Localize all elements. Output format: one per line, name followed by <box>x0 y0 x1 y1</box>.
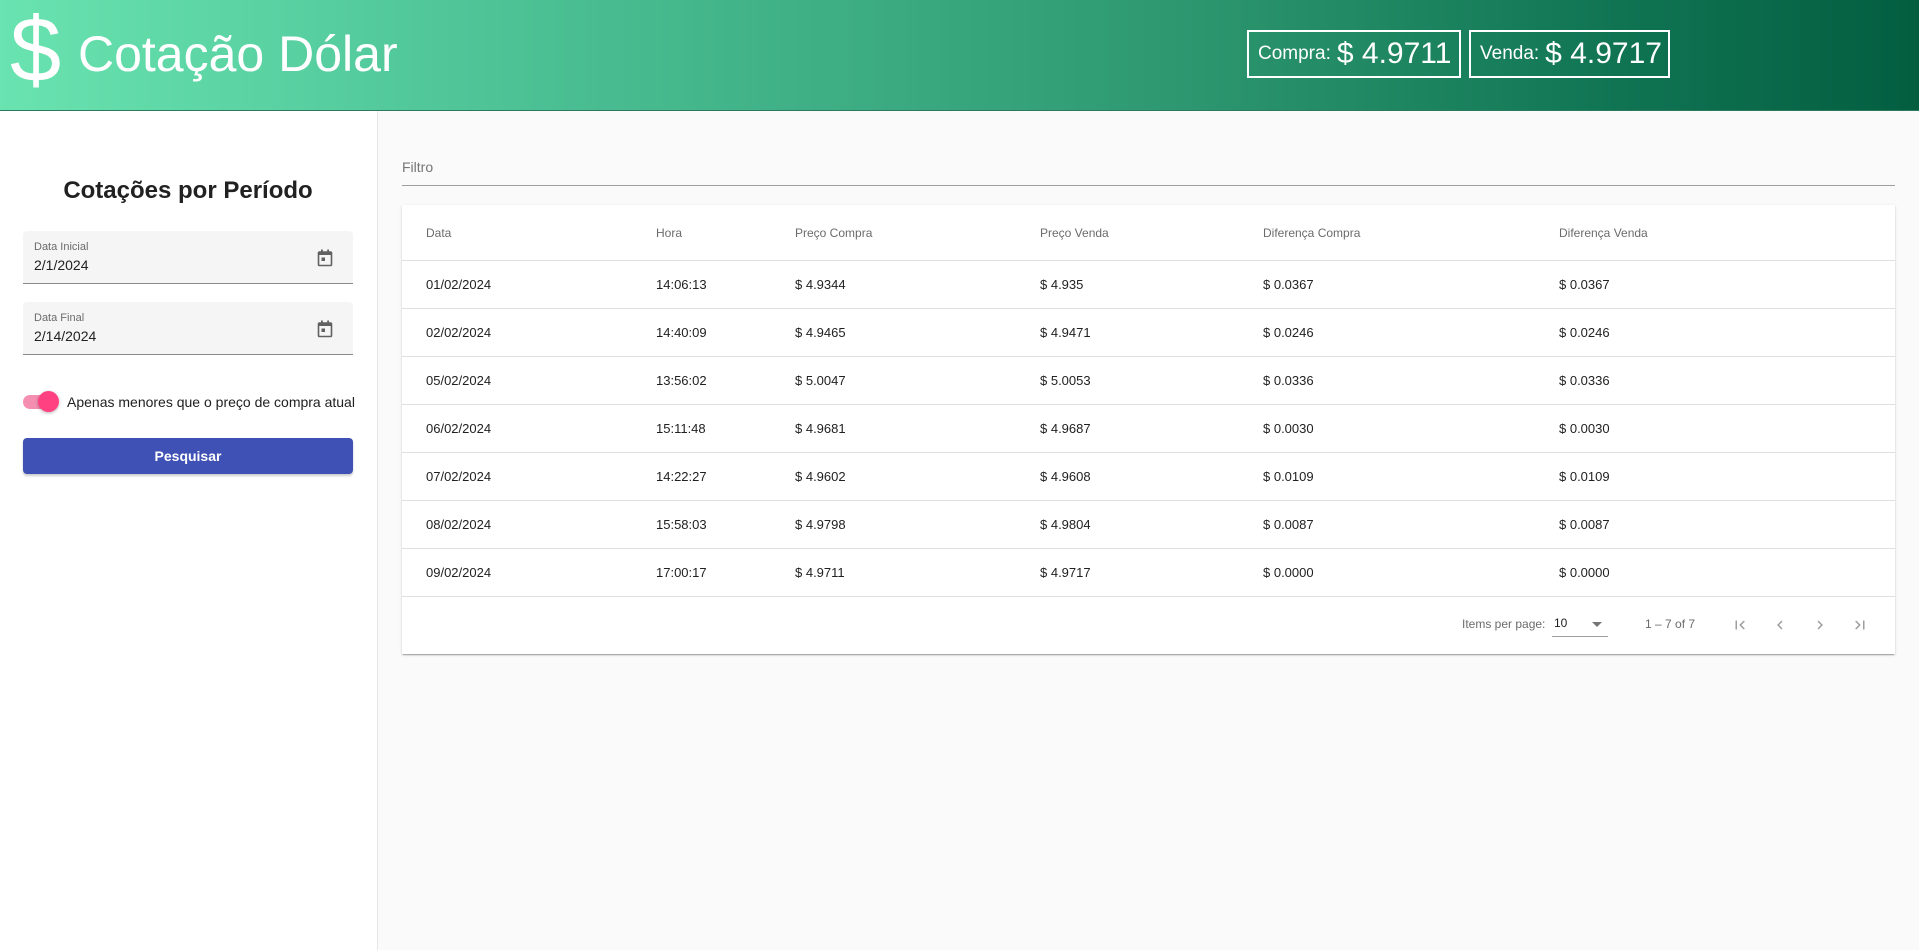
column-header-date: Data <box>426 225 452 240</box>
start-date-field[interactable]: Data Inicial 2/1/2024 <box>23 231 353 284</box>
column-header-time: Hora <box>656 225 683 240</box>
cell-buy-difference: $ 0.0367 <box>1263 277 1314 292</box>
cell-buy-price: $ 4.9602 <box>795 469 846 484</box>
cell-date: 07/02/2024 <box>426 469 492 484</box>
filter-input[interactable] <box>402 159 1895 175</box>
end-date-label: Data Final <box>34 312 85 324</box>
table-row: 06/02/2024 15:11:48 $ 4.9681 $ 4.9687 $ … <box>402 405 1895 453</box>
page-size-value[interactable]: 10 <box>1554 616 1567 630</box>
cell-buy-price: $ 4.9798 <box>795 517 846 532</box>
cell-time: 13:56:02 <box>656 373 707 388</box>
dropdown-arrow-icon[interactable] <box>1592 622 1602 627</box>
sell-quote-value: $ 4.9717 <box>1545 37 1662 70</box>
table-row: 07/02/2024 14:22:27 $ 4.9602 $ 4.9608 $ … <box>402 453 1895 501</box>
cell-time: 15:11:48 <box>656 421 706 436</box>
cell-sell-difference: $ 0.0246 <box>1559 325 1610 340</box>
cell-date: 05/02/2024 <box>426 373 492 388</box>
page-range-label: 1 – 7 of 7 <box>1645 617 1696 631</box>
first-page-icon[interactable] <box>1731 616 1749 634</box>
cell-time: 14:40:09 <box>656 325 707 340</box>
cell-date: 06/02/2024 <box>426 421 492 436</box>
next-page-icon[interactable] <box>1811 616 1829 634</box>
cell-sell-price: $ 4.935 <box>1040 277 1084 292</box>
sell-quote-label: Venda: <box>1480 43 1540 64</box>
buy-quote-value: $ 4.9711 <box>1336 37 1452 70</box>
previous-page-icon[interactable] <box>1771 616 1789 634</box>
app-header: $ Cotação Dólar Compra: $ 4.9711 Venda: … <box>0 0 1919 111</box>
cell-date: 02/02/2024 <box>426 325 492 340</box>
paginator: Items per page: 10 1 – 7 of 7 <box>402 597 1895 653</box>
period-quotes-title: Cotações por Período <box>63 177 313 204</box>
cell-buy-price: $ 4.9465 <box>795 325 846 340</box>
below-buy-price-toggle-row[interactable]: Apenas menores que o preço de compra atu… <box>23 390 355 414</box>
cell-buy-difference: $ 0.0109 <box>1263 469 1314 484</box>
table-row: 01/02/2024 14:06:13 $ 4.9344 $ 4.935 $ 0… <box>402 261 1895 309</box>
cell-sell-price: $ 4.9717 <box>1040 565 1091 580</box>
previous-page-button[interactable] <box>1764 609 1796 641</box>
sidebar: Cotações por Período Data Inicial 2/1/20… <box>0 111 378 950</box>
app-title: Cotação Dólar <box>78 26 398 82</box>
items-per-page-label: Items per page: <box>1462 617 1546 631</box>
calendar-icon[interactable] <box>317 320 333 338</box>
cell-buy-price: $ 4.9344 <box>795 277 846 292</box>
table-row: 09/02/2024 17:00:17 $ 4.9711 $ 4.9717 $ … <box>402 549 1895 597</box>
cell-sell-difference: $ 0.0336 <box>1559 373 1610 388</box>
sell-quote-box: Venda: $ 4.9717 <box>1469 30 1670 78</box>
buy-quote-box: Compra: $ 4.9711 <box>1247 30 1461 78</box>
column-header-sell-price: Preço Venda <box>1040 225 1109 240</box>
first-page-button[interactable] <box>1724 609 1756 641</box>
end-date-field[interactable]: Data Final 2/14/2024 <box>23 302 353 355</box>
cell-sell-price: $ 5.0053 <box>1040 373 1091 388</box>
cell-buy-price: $ 5.0047 <box>795 373 846 388</box>
cell-date: 09/02/2024 <box>426 565 492 580</box>
column-header-buy-difference: Diferença Compra <box>1263 225 1361 240</box>
cell-buy-difference: $ 0.0246 <box>1263 325 1314 340</box>
page-size-select[interactable]: 10 <box>1552 611 1608 637</box>
cell-sell-price: $ 4.9804 <box>1040 517 1091 532</box>
cell-time: 14:22:27 <box>656 469 707 484</box>
cell-date: 01/02/2024 <box>426 277 492 292</box>
cell-sell-difference: $ 0.0367 <box>1559 277 1610 292</box>
last-page-icon[interactable] <box>1851 616 1869 634</box>
cell-time: 14:06:13 <box>656 277 707 292</box>
cell-buy-difference: $ 0.0030 <box>1263 421 1314 436</box>
cell-sell-difference: $ 0.0030 <box>1559 421 1610 436</box>
cell-buy-difference: $ 0.0087 <box>1263 517 1314 532</box>
cell-time: 17:00:17 <box>656 565 707 580</box>
column-header-sell-difference: Diferença Venda <box>1559 225 1648 240</box>
table-row: 02/02/2024 14:40:09 $ 4.9465 $ 4.9471 $ … <box>402 309 1895 357</box>
cell-buy-difference: $ 0.0336 <box>1263 373 1314 388</box>
table-row: 05/02/2024 13:56:02 $ 5.0047 $ 5.0053 $ … <box>402 357 1895 405</box>
cell-date: 08/02/2024 <box>426 517 492 532</box>
table-header-row: Data Hora Preço Compra Preço Venda Difer… <box>402 205 1895 261</box>
cell-buy-difference: $ 0.0000 <box>1263 565 1314 580</box>
filter-field[interactable] <box>402 152 1895 186</box>
last-page-button[interactable] <box>1844 609 1876 641</box>
calendar-icon[interactable] <box>317 249 333 267</box>
cell-sell-difference: $ 0.0087 <box>1559 517 1610 532</box>
cell-buy-price: $ 4.9681 <box>795 421 846 436</box>
cell-sell-difference: $ 0.0000 <box>1559 565 1610 580</box>
cell-sell-price: $ 4.9471 <box>1040 325 1091 340</box>
search-button[interactable]: Pesquisar <box>23 438 353 474</box>
quotes-table: Data Hora Preço Compra Preço Venda Difer… <box>402 205 1895 654</box>
start-date-value[interactable]: 2/1/2024 <box>34 257 89 273</box>
buy-quote-label: Compra: <box>1258 43 1331 64</box>
cell-buy-price: $ 4.9711 <box>795 565 845 580</box>
below-buy-price-toggle[interactable] <box>23 391 59 413</box>
column-header-buy-price: Preço Compra <box>795 225 873 240</box>
cell-time: 15:58:03 <box>656 517 707 532</box>
end-date-value[interactable]: 2/14/2024 <box>34 328 96 344</box>
toggle-thumb[interactable] <box>38 391 59 412</box>
dollar-logo-icon: $ <box>10 0 62 101</box>
toggle-label[interactable]: Apenas menores que o preço de compra atu… <box>67 394 355 410</box>
start-date-label: Data Inicial <box>34 241 89 253</box>
cell-sell-price: $ 4.9608 <box>1040 469 1091 484</box>
next-page-button[interactable] <box>1804 609 1836 641</box>
cell-sell-difference: $ 0.0109 <box>1559 469 1610 484</box>
cell-sell-price: $ 4.9687 <box>1040 421 1091 436</box>
table-row: 08/02/2024 15:58:03 $ 4.9798 $ 4.9804 $ … <box>402 501 1895 549</box>
